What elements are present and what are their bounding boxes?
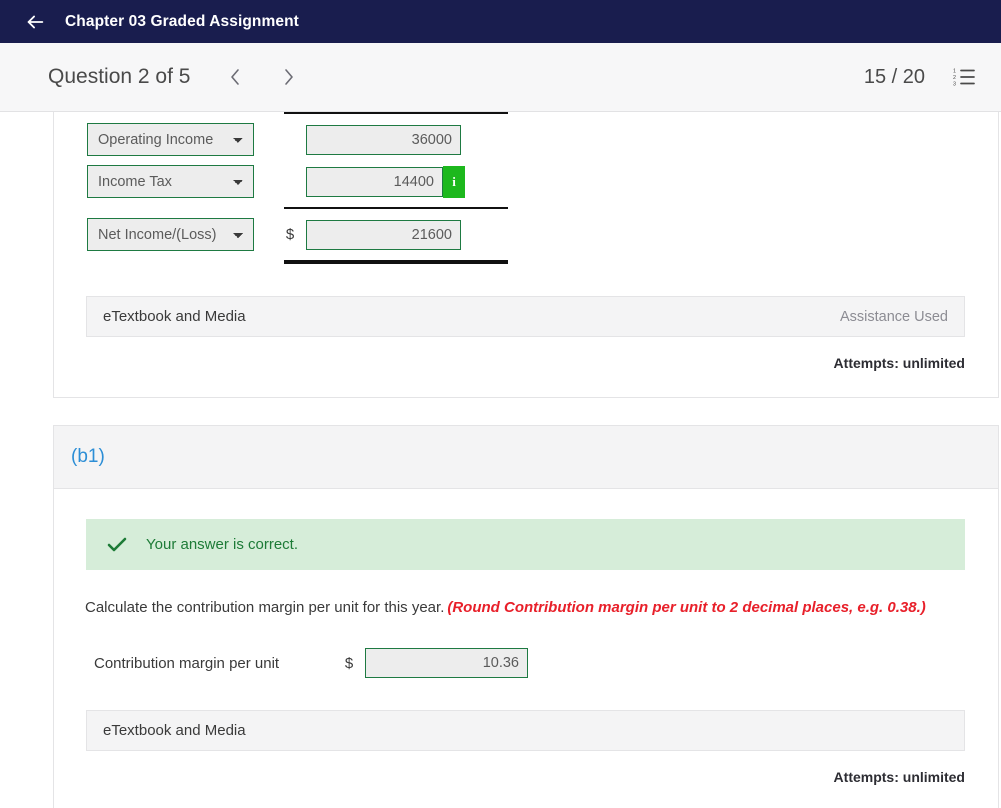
amount-input-net-income[interactable] <box>306 219 461 250</box>
table-pad-row <box>87 251 508 260</box>
income-statement-table: Operating Income $ <box>87 112 508 264</box>
part-b1-header: (b1) <box>54 426 998 489</box>
table-pad-row <box>87 156 508 165</box>
question-prompt-b1: Calculate the contribution margin per un… <box>85 598 998 618</box>
card-gap-1 <box>0 398 1001 425</box>
contribution-margin-answer-row: Contribution margin per unit $ <box>94 648 998 679</box>
assistance-used-label: Assistance Used <box>840 308 948 325</box>
svg-text:1: 1 <box>953 69 956 75</box>
back-arrow-icon[interactable] <box>22 9 48 35</box>
pad-cell-i <box>87 251 280 260</box>
amount-row-0: $ <box>280 124 508 155</box>
part-a-body: Operating Income $ <box>54 112 998 397</box>
table-rule-row-bottom <box>87 260 508 264</box>
amount-row-1: $ i <box>280 165 508 198</box>
amount-cell-2: $ <box>280 218 508 251</box>
numbered-list-icon[interactable]: 1 2 3 <box>951 64 977 90</box>
next-question-button[interactable] <box>271 60 305 94</box>
table-pad-row <box>87 209 508 218</box>
card-bottom-padding-b1 <box>54 785 998 808</box>
etextbook-media-bar-a: eTextbook and Media Assistance Used <box>86 296 965 337</box>
contribution-margin-input[interactable] <box>365 648 528 679</box>
amount-cell-0: $ <box>280 123 508 156</box>
part-label-b1: (b1) <box>71 446 105 467</box>
question-nav-arrows <box>218 60 305 94</box>
rule-spacer-cell-bot <box>87 260 280 264</box>
previous-question-button[interactable] <box>218 60 252 94</box>
rule-cell-bottom <box>280 260 508 264</box>
currency-symbol-b1: $ <box>344 654 354 672</box>
app-header-bar: Chapter 03 Graded Assignment <box>0 0 1001 43</box>
answer-correct-banner: Your answer is correct. <box>86 519 965 570</box>
pad-cell-j <box>280 251 508 260</box>
table-row: Operating Income $ <box>87 123 508 156</box>
svg-text:3: 3 <box>953 82 956 87</box>
currency-symbol-0: $ <box>280 131 300 148</box>
etextbook-media-bar-b1: eTextbook and Media <box>86 710 965 752</box>
attempts-label-b1: Attempts: unlimited <box>833 769 965 786</box>
contribution-margin-label: Contribution margin per unit <box>94 654 280 672</box>
amount-input-income-tax[interactable] <box>306 166 443 197</box>
account-select-cell-2: Net Income/(Loss) <box>87 218 280 251</box>
table-row: Income Tax $ i <box>87 165 508 198</box>
table-pad-row <box>87 198 508 207</box>
table-pad-row <box>87 114 508 123</box>
pad-cell-a <box>87 114 280 123</box>
question-counter-label: Question 2 of 5 <box>48 65 191 88</box>
card-bottom-padding-a <box>54 371 998 397</box>
pad-cell-h <box>280 209 508 218</box>
amount-row-2: $ <box>280 219 508 250</box>
prompt-rounding-note: (Round Contribution margin per unit to 2… <box>447 599 926 616</box>
account-select-cell-0: Operating Income <box>87 123 280 156</box>
score-counter: 15 / 20 <box>863 65 925 88</box>
account-select-income-tax[interactable]: Income Tax <box>87 165 254 198</box>
pad-cell-f <box>280 198 508 207</box>
rule-line-double <box>284 260 508 264</box>
attempts-label-a: Attempts: unlimited <box>833 355 965 371</box>
income-statement-table-wrap: Operating Income $ <box>54 112 998 264</box>
table-row: Net Income/(Loss) $ <box>87 218 508 251</box>
question-part-a-card: Operating Income $ <box>53 112 999 398</box>
svg-text:2: 2 <box>953 75 956 81</box>
question-nav-bar: Question 2 of 5 15 / 20 1 2 3 <box>0 43 1001 112</box>
currency-symbol-1: $ <box>280 173 300 190</box>
assignment-title: Chapter 03 Graded Assignment <box>65 12 299 30</box>
etextbook-and-media-link-a[interactable]: eTextbook and Media <box>103 308 246 325</box>
pad-cell-g <box>87 209 280 218</box>
account-select-operating-income[interactable]: Operating Income <box>87 123 254 156</box>
pad-cell-b <box>280 114 508 123</box>
amount-cell-1: $ i <box>280 165 508 198</box>
account-select-net-income[interactable]: Net Income/(Loss) <box>87 218 254 251</box>
answer-correct-text: Your answer is correct. <box>146 536 299 553</box>
info-badge-icon[interactable]: i <box>443 165 465 198</box>
account-select-cell-1: Income Tax <box>87 165 280 198</box>
amount-input-operating-income[interactable] <box>306 124 461 155</box>
pad-cell-e <box>87 198 280 207</box>
etextbook-and-media-link-b1[interactable]: eTextbook and Media <box>103 722 246 739</box>
question-part-b1-card: (b1) Your answer is correct. Calculate t… <box>53 425 999 808</box>
question-scroll-area[interactable]: Operating Income $ <box>0 112 1001 808</box>
pad-cell-c <box>87 156 280 165</box>
prompt-main-text: Calculate the contribution margin per un… <box>85 599 445 616</box>
checkmark-icon <box>106 537 128 553</box>
currency-symbol-2: $ <box>285 226 295 243</box>
part-b1-body: Your answer is correct. Calculate the co… <box>54 519 998 808</box>
pad-cell-d <box>280 156 508 165</box>
